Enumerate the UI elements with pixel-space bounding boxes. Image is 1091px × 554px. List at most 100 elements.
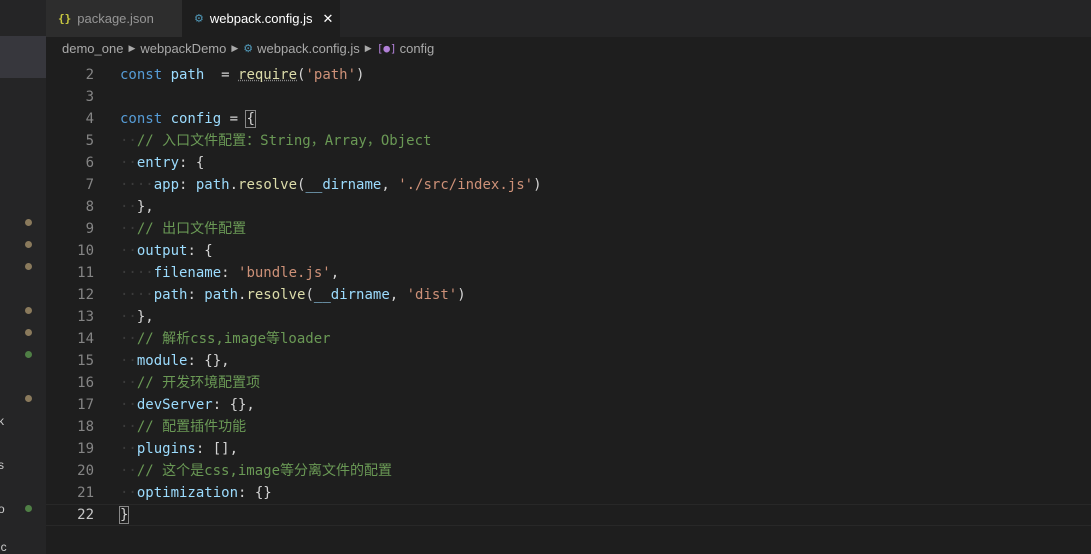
code-line[interactable]: 3 <box>46 86 1091 108</box>
chevron-right-icon: ▶ <box>128 42 136 53</box>
tab-label: package.json <box>77 11 154 26</box>
selected-explorer-item[interactable] <box>0 36 46 78</box>
code-line[interactable]: 22} <box>46 504 1091 526</box>
code-text: ··// 开发环境配置项 <box>120 372 260 394</box>
sidebar-truncated-label[interactable]: k <box>0 414 4 428</box>
code-token: path <box>153 287 188 303</box>
code-token: = <box>204 67 239 83</box>
code-token: 'dist' <box>406 287 458 303</box>
line-number: 19 <box>77 441 94 457</box>
tab-package-json[interactable]: {} package.json <box>46 0 182 37</box>
git-status-dot <box>25 351 32 358</box>
line-number: 8 <box>85 199 94 215</box>
code-line[interactable]: 2 const path = require('path') <box>46 64 1091 86</box>
code-text: ····app: path.resolve(__dirname, './src/… <box>120 174 542 196</box>
code-token: __dirname <box>313 287 390 303</box>
line-number: 10 <box>77 243 94 259</box>
code-line[interactable]: 16 ··// 开发环境配置项 <box>46 372 1091 394</box>
code-token: // 开发环境配置项 <box>136 375 261 391</box>
code-token: : [], <box>195 441 239 457</box>
code-line[interactable]: 12 ····path: path.resolve(__dirname, 'dis… <box>46 284 1091 306</box>
breadcrumb-symbol[interactable]: config <box>400 41 435 56</box>
code-line[interactable]: 18 ··// 配置插件功能 <box>46 416 1091 438</box>
code-text: ··optimization: {} <box>120 482 272 504</box>
code-token: ···· <box>120 287 154 303</box>
sidebar-truncated-label[interactable]: ic <box>0 540 7 554</box>
code-text: ····filename: 'bundle.js', <box>120 262 339 284</box>
line-number: 15 <box>77 353 94 369</box>
code-token: ( <box>305 287 314 303</box>
code-line[interactable]: 19 ··plugins: [], <box>46 438 1091 460</box>
breadcrumb-folder-webpackdemo[interactable]: webpackDemo <box>140 41 226 56</box>
close-icon[interactable]: ✕ <box>323 11 334 27</box>
line-number: 4 <box>85 111 94 127</box>
line-number: 11 <box>77 265 94 281</box>
code-token: resolve <box>246 287 306 303</box>
code-token: // 入口文件配置：String，Array，Object <box>136 133 432 149</box>
code-token: const <box>120 111 171 127</box>
code-line[interactable]: 20 ··// 这个是css,image等分离文件的配置 <box>46 460 1091 482</box>
code-token: module <box>136 353 188 369</box>
line-number: 22 <box>77 507 94 523</box>
line-number: 5 <box>85 133 94 149</box>
breadcrumb-file[interactable]: webpack.config.js <box>257 41 360 56</box>
git-status-dot <box>25 263 32 270</box>
code-line[interactable]: 4 const config = { <box>46 108 1091 130</box>
sidebar-truncated-label[interactable]: o <box>0 502 5 516</box>
code-token: ·· <box>120 309 137 325</box>
code-token: . <box>229 177 239 193</box>
code-token: ·· <box>120 485 137 501</box>
code-line[interactable]: 9 ··// 出口文件配置 <box>46 218 1091 240</box>
code-token: { <box>245 110 256 128</box>
line-number: 13 <box>77 309 94 325</box>
line-number: 17 <box>77 397 94 413</box>
line-number: 14 <box>77 331 94 347</box>
code-line[interactable]: 6 ··entry: { <box>46 152 1091 174</box>
code-line[interactable]: 17 ··devServer: {}, <box>46 394 1091 416</box>
line-number: 3 <box>85 89 94 105</box>
code-token: ···· <box>120 265 154 281</box>
editor-tab-bar: {} package.json ⚙ webpack.config.js ✕ <box>46 0 1091 37</box>
code-token: './src/index.js' <box>398 177 534 193</box>
code-line[interactable]: 11 ····filename: 'bundle.js', <box>46 262 1091 284</box>
code-line[interactable]: 5 ··// 入口文件配置：String，Array，Object <box>46 130 1091 152</box>
code-line[interactable]: 21 ··optimization: {} <box>46 482 1091 504</box>
code-token: // 出口文件配置 <box>136 221 247 237</box>
code-token: ···· <box>120 177 154 193</box>
code-line[interactable]: 14 ··// 解析css,image等loader <box>46 328 1091 350</box>
tab-label: webpack.config.js <box>209 11 313 26</box>
sidebar-truncated-label[interactable]: s <box>0 458 4 472</box>
code-editor[interactable]: 2 const path = require('path') 3 4 const con… <box>46 59 1091 554</box>
code-line[interactable]: 8 ··}, <box>46 196 1091 218</box>
git-status-dot <box>25 241 32 248</box>
code-line[interactable]: 15 ··module: {}, <box>46 350 1091 372</box>
line-number: 18 <box>77 419 94 435</box>
code-token: , <box>330 265 340 281</box>
code-text: ····path: path.resolve(__dirname, 'dist'… <box>120 284 466 306</box>
code-token: } <box>118 506 130 524</box>
code-token: 'bundle.js' <box>238 265 331 281</box>
code-text: ··// 入口文件配置：String，Array，Object <box>120 130 431 152</box>
code-line[interactable]: 10 ··output: { <box>46 240 1091 262</box>
code-token: ) <box>457 287 466 303</box>
webpack-file-icon: ⚙ <box>194 13 204 25</box>
code-text: ··// 出口文件配置 <box>120 218 246 240</box>
code-token: __dirname <box>305 177 382 193</box>
code-token: // 这个是css,image等分离文件的配置 <box>136 463 393 479</box>
code-text: ··devServer: {}, <box>120 394 255 416</box>
line-number: 20 <box>77 463 94 479</box>
code-line[interactable]: 13 ··}, <box>46 306 1091 328</box>
code-token: 'path' <box>305 67 357 83</box>
code-text: ··plugins: [], <box>120 438 238 460</box>
code-text: ··// 配置插件功能 <box>120 416 246 438</box>
code-token: , <box>389 287 407 303</box>
tab-webpack-config[interactable]: ⚙ webpack.config.js ✕ <box>182 0 340 37</box>
code-token: ·· <box>120 397 137 413</box>
code-line[interactable]: 7 ····app: path.resolve(__dirname, './src… <box>46 174 1091 196</box>
git-status-dot <box>25 395 32 402</box>
code-token: devServer <box>136 397 213 413</box>
breadcrumb-folder-demo-one[interactable]: demo_one <box>62 41 123 56</box>
code-token: ·· <box>120 353 137 369</box>
code-token: // 配置插件功能 <box>136 419 247 435</box>
json-file-icon: {} <box>58 12 72 25</box>
